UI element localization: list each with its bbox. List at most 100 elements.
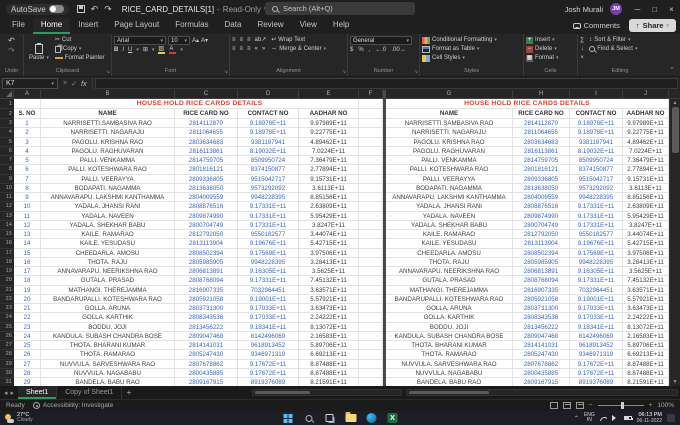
cell[interactable]: 13 xyxy=(14,230,41,240)
cell[interactable]: 2800704749 xyxy=(175,220,238,230)
cell[interactable]: 4.89462E+11 xyxy=(299,137,359,147)
cell[interactable] xyxy=(359,313,383,323)
cell[interactable]: 2809336805 xyxy=(175,174,238,184)
tray-chevron-icon[interactable]: ⌃ xyxy=(574,415,579,422)
cell[interactable]: PAGOLU. RAGHUVARAN xyxy=(41,146,175,156)
borders-icon[interactable]: ⊞ xyxy=(143,46,148,54)
fill-icon[interactable]: ↓ xyxy=(581,45,584,53)
align-top-icon[interactable]: ≡ xyxy=(232,36,236,44)
cell[interactable]: 2808768094 xyxy=(513,276,570,286)
cell[interactable]: 8919376089 xyxy=(238,378,299,386)
cell[interactable]: ANNAVARAPU. NEERIKSHNA RAO xyxy=(386,267,513,277)
ribbon-tab-review[interactable]: Review xyxy=(249,18,291,34)
cell[interactable]: 2808876516 xyxy=(175,202,238,212)
cell[interactable]: 2813113904 xyxy=(175,239,238,249)
row-header[interactable]: 11 xyxy=(0,193,14,203)
zoom-slider[interactable] xyxy=(597,402,644,409)
zoom-out-icon[interactable]: − xyxy=(589,402,593,409)
cell[interactable]: 8.87488E+11 xyxy=(299,368,359,378)
cell[interactable]: 9948228395 xyxy=(238,257,299,267)
row-header[interactable]: 2 xyxy=(0,109,14,119)
cell[interactable]: NAME xyxy=(386,109,513,119)
cell[interactable]: BODDU. JOJI xyxy=(386,322,513,332)
cell[interactable]: 5.95429E+11 xyxy=(623,211,669,221)
cell[interactable]: 3.8247E+11 xyxy=(299,220,359,230)
row-header[interactable]: 18 xyxy=(0,258,14,267)
comments-button[interactable]: Comments xyxy=(569,20,624,31)
cell[interactable]: 8374150877 xyxy=(238,165,299,175)
cell[interactable]: 3 xyxy=(14,137,41,147)
cell[interactable] xyxy=(359,230,383,240)
cell[interactable]: 7.45132E+11 xyxy=(299,276,359,286)
horizontal-scrollbar-left[interactable] xyxy=(252,389,402,396)
cell[interactable]: 2805985905 xyxy=(513,257,570,267)
formula-input[interactable] xyxy=(94,78,678,89)
cell[interactable]: NAME xyxy=(41,109,175,119)
cell[interactable]: MATHANGI. THEREJAMMA xyxy=(386,285,513,295)
row-header[interactable]: 23 xyxy=(0,304,14,314)
cell[interactable]: 2.77894E+11 xyxy=(623,165,669,175)
cell[interactable]: 2803731300 xyxy=(175,304,238,314)
cell[interactable]: KANDULA. SUBASH CHANDRA BOSE xyxy=(386,331,513,341)
cell[interactable]: GOLLA. KARTHIK xyxy=(386,313,513,323)
cell[interactable]: 3.63473E+11 xyxy=(299,304,359,314)
cell[interactable]: 2808502394 xyxy=(513,248,570,258)
cell[interactable]: NUVVULA. SARVESHWARA RAO xyxy=(386,359,513,369)
decrease-indent-icon[interactable]: « xyxy=(255,45,258,53)
vertical-scrollbar-thumb[interactable] xyxy=(671,107,679,153)
align-left-icon[interactable]: ≡ xyxy=(232,45,236,53)
cell[interactable]: YADALA. JHANSI RANI xyxy=(41,202,175,212)
cell[interactable]: 9.18978E+11 xyxy=(238,128,299,138)
cell[interactable] xyxy=(359,294,383,304)
cell[interactable]: 2.24222E+11 xyxy=(623,313,669,323)
column-header[interactable]: A xyxy=(14,90,41,98)
cell[interactable]: AADHAR NO xyxy=(299,109,359,119)
align-center-icon[interactable]: ≡ xyxy=(240,45,244,53)
row-header[interactable]: 19 xyxy=(0,267,14,277)
cell[interactable]: 2804009559 xyxy=(175,193,238,203)
insert-cells-button[interactable]: + Insert ▾ xyxy=(526,36,575,44)
cell[interactable]: KAILE. RAMARAO xyxy=(386,230,513,240)
cell[interactable]: 2.63809E+11 xyxy=(299,202,359,212)
cell[interactable] xyxy=(359,350,383,360)
row-header[interactable]: 13 xyxy=(0,212,14,221)
cell[interactable]: 2809047468 xyxy=(175,331,238,341)
delete-cells-button[interactable]: − Delete ▾ xyxy=(526,45,575,53)
format-cells-button[interactable]: ▦ Format ▾ xyxy=(526,54,575,62)
zoom-slider-knob[interactable] xyxy=(620,402,624,409)
scrollbar-thumb[interactable] xyxy=(255,391,310,394)
cell[interactable]: THOTA. RAJU xyxy=(41,257,175,267)
underline-button[interactable]: U xyxy=(128,46,132,54)
cell[interactable]: 9346971319 xyxy=(238,350,299,360)
cell[interactable]: 2814759705 xyxy=(175,156,238,166)
row-header[interactable]: 8 xyxy=(0,165,14,175)
cell[interactable]: 5.57921E+11 xyxy=(623,294,669,304)
cell[interactable]: 6.69213E+11 xyxy=(623,350,669,360)
cell[interactable]: 9.17033E+11 xyxy=(570,313,623,323)
cell[interactable] xyxy=(359,193,383,203)
cell[interactable]: RICE CARD NO xyxy=(175,109,238,119)
cell[interactable]: KAILE. YESUDASU xyxy=(41,239,175,249)
wifi-icon[interactable] xyxy=(599,416,607,421)
cell[interactable]: 28 xyxy=(14,368,41,378)
cell[interactable]: 9.17672E+11 xyxy=(238,359,299,369)
cell[interactable]: 5.42715E+11 xyxy=(623,239,669,249)
add-sheet-button[interactable]: + xyxy=(122,388,135,397)
clock[interactable]: 06:13 PM 06-11-2022 xyxy=(637,412,662,424)
edge-button[interactable] xyxy=(366,412,378,424)
ribbon-tab-help[interactable]: Help xyxy=(325,18,357,34)
cell[interactable]: 8.85156E+11 xyxy=(623,193,669,203)
cell[interactable]: 3.6113E+11 xyxy=(299,183,359,193)
percent-format-icon[interactable]: % xyxy=(358,46,363,54)
cell[interactable]: AADHAR NO xyxy=(623,109,669,119)
cell[interactable]: PAGOLU. KRISHNA RAO xyxy=(386,137,513,147)
cell[interactable]: BODDU. JOJI xyxy=(41,322,175,332)
cell[interactable] xyxy=(359,146,383,156)
cell[interactable]: 3.97506E+11 xyxy=(299,248,359,258)
cell[interactable]: 3.44074E+11 xyxy=(299,230,359,240)
cell[interactable]: BANDELA. BABU RAO xyxy=(41,378,175,386)
ribbon-collapse-icon[interactable]: ⌃ xyxy=(669,66,675,74)
cell[interactable]: 9346971319 xyxy=(570,350,623,360)
cell[interactable]: 9.18341E+11 xyxy=(238,322,299,332)
weather-widget[interactable]: 27°C Cloudy xyxy=(0,412,33,424)
